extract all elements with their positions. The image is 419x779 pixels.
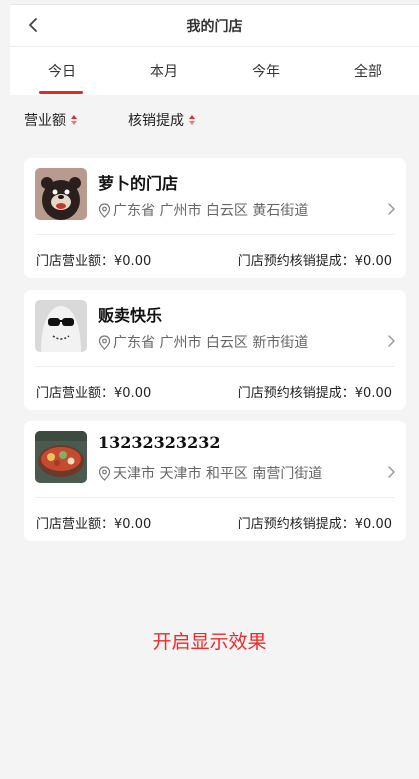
commission-label: 门店预约核销提成： — [237, 517, 355, 532]
store-address: 天津市 天津市 和平区 南营门街道 — [98, 463, 322, 483]
sort-label-commission: 核销提成 — [128, 113, 184, 129]
store-commission: 门店预约核销提成：¥0.00 — [238, 382, 392, 401]
store-address: 广东省 广州市 白云区 新市街道 — [98, 332, 308, 352]
commission-value: ¥0.00 — [354, 254, 392, 269]
store-card[interactable]: 萝卜的门店 广东省 广州市 白云区 黄石街道 门店营业额：¥0.00 门店预约核… — [24, 158, 406, 278]
sort-by-commission[interactable]: 核销提成 — [128, 110, 195, 130]
store-revenue: 门店营业额：¥0.00 — [36, 513, 151, 532]
store-name: 贩卖快乐 — [98, 306, 163, 325]
sort-label-revenue: 营业额 — [24, 113, 66, 129]
store-name: 萝卜的门店 — [98, 174, 179, 193]
revenue-value: ¥0.00 — [114, 386, 152, 401]
tab-month[interactable]: 本月 — [134, 61, 194, 81]
sort-by-revenue[interactable]: 营业额 — [24, 110, 77, 130]
store-name: 13232323232 — [98, 433, 221, 452]
active-tab-indicator — [39, 91, 83, 94]
location-pin-icon — [98, 334, 111, 350]
chevron-right-icon — [388, 203, 395, 215]
revenue-label: 门店营业额： — [36, 517, 115, 532]
store-card[interactable]: 贩卖快乐 广东省 广州市 白云区 新市街道 门店营业额：¥0.00 门店预约核销… — [24, 290, 406, 410]
revenue-label: 门店营业额： — [36, 386, 115, 401]
chevron-right-icon — [388, 335, 395, 347]
store-thumbnail — [35, 300, 87, 352]
commission-value: ¥0.00 — [354, 386, 392, 401]
card-divider — [35, 366, 395, 367]
page-title: 我的门店 — [186, 19, 243, 35]
sort-icon — [71, 115, 77, 125]
revenue-value: ¥0.00 — [114, 254, 152, 269]
commission-label: 门店预约核销提成： — [237, 386, 355, 401]
tab-year[interactable]: 今年 — [236, 61, 296, 81]
address-text: 天津市 天津市 和平区 南营门街道 — [113, 466, 323, 482]
revenue-label: 门店营业额： — [36, 254, 115, 269]
enable-display-effect-link[interactable]: 开启显示效果 — [0, 627, 419, 654]
tab-all[interactable]: 全部 — [338, 61, 398, 81]
store-commission: 门店预约核销提成：¥0.00 — [238, 250, 392, 269]
chevron-right-icon — [388, 466, 395, 478]
location-pin-icon — [98, 202, 111, 218]
location-pin-icon — [98, 465, 111, 481]
address-text: 广东省 广州市 白云区 黄石街道 — [113, 203, 309, 219]
revenue-value: ¥0.00 — [114, 517, 152, 532]
store-thumbnail — [35, 168, 87, 220]
store-commission: 门店预约核销提成：¥0.00 — [238, 513, 392, 532]
commission-value: ¥0.00 — [354, 517, 392, 532]
card-divider — [35, 497, 395, 498]
address-text: 广东省 广州市 白云区 新市街道 — [113, 335, 309, 351]
store-revenue: 门店营业额：¥0.00 — [36, 382, 151, 401]
commission-label: 门店预约核销提成： — [237, 254, 355, 269]
store-card[interactable]: 13232323232 天津市 天津市 和平区 南营门街道 门店营业额：¥0.0… — [24, 421, 406, 541]
store-address: 广东省 广州市 白云区 黄石街道 — [98, 200, 308, 220]
period-tabs: 今日 本月 今年 全部 — [10, 46, 419, 95]
store-revenue: 门店营业额：¥0.00 — [36, 250, 151, 269]
store-thumbnail — [35, 431, 87, 483]
header-bar: 我的门店 — [10, 4, 419, 46]
card-divider — [35, 234, 395, 235]
sort-icon — [189, 115, 195, 125]
tab-today[interactable]: 今日 — [32, 61, 92, 81]
